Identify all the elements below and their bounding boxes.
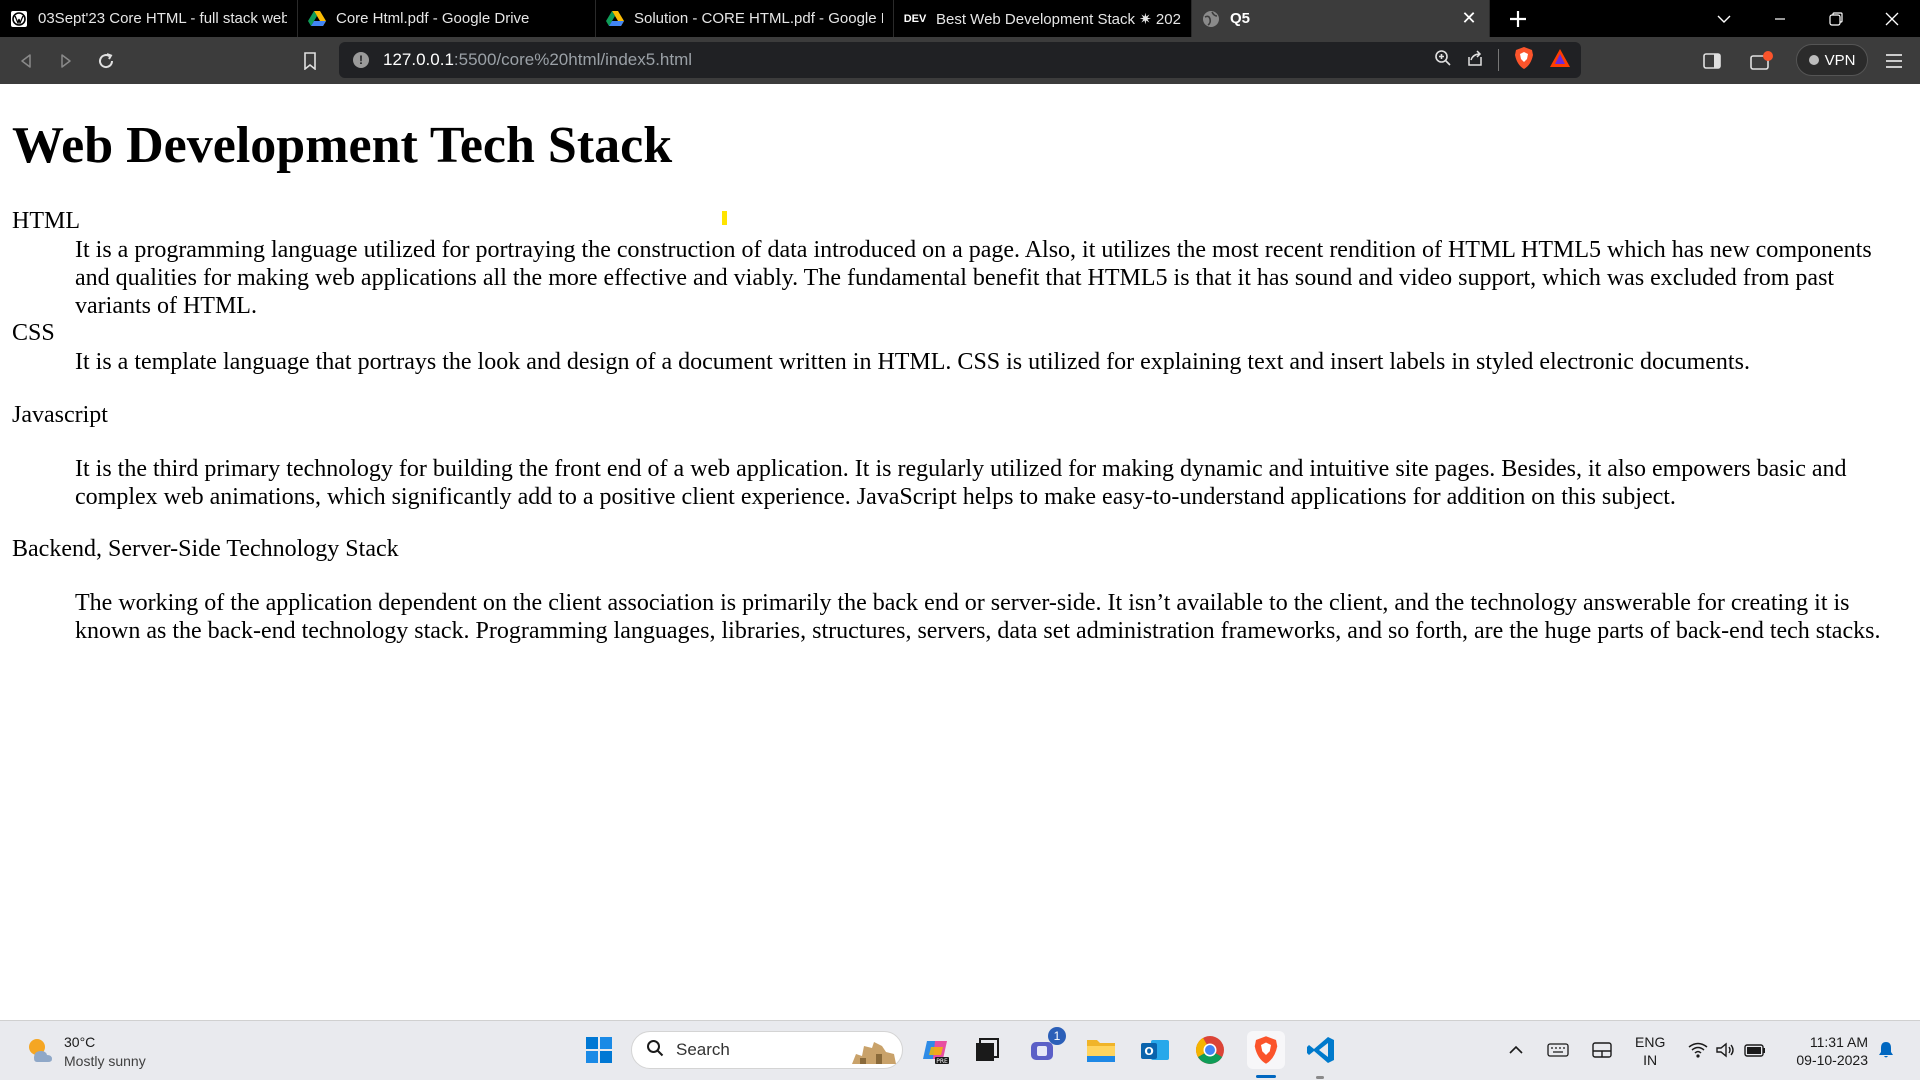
active-app-indicator xyxy=(1256,1075,1276,1078)
definition-html: It is a programming language utilized fo… xyxy=(75,237,1872,319)
term-javascript: Javascript xyxy=(12,402,108,428)
teams-chat-icon[interactable]: 1 xyxy=(1026,1027,1066,1069)
tab-dev-article[interactable]: DEV Best Web Development Stack ✷ 2023 xyxy=(894,0,1192,37)
wordpress-icon xyxy=(10,10,28,28)
definition-backend: The working of the application dependent… xyxy=(75,590,1881,644)
back-button[interactable] xyxy=(6,41,46,81)
weather-temp: 30°C xyxy=(64,1034,96,1050)
tab-q5[interactable]: Q5 ✕ xyxy=(1192,0,1490,37)
windows-taskbar: 30°C Mostly sunny Search PRE 1 O ENG IN … xyxy=(0,1020,1920,1080)
share-icon[interactable] xyxy=(1466,49,1484,72)
definition-javascript: It is the third primary technology for b… xyxy=(75,456,1847,510)
wallet-icon xyxy=(1750,50,1773,70)
volume-icon[interactable] xyxy=(1714,1031,1738,1069)
weather-widget[interactable]: 30°C Mostly sunny xyxy=(26,1033,146,1071)
brave-rewards-icon[interactable] xyxy=(1549,48,1571,73)
vscode-icon[interactable] xyxy=(1302,1031,1340,1069)
web-page: Web Development Tech Stack HTML It is a … xyxy=(0,84,1920,1020)
weather-condition: Mostly sunny xyxy=(64,1053,146,1069)
outlook-icon[interactable]: O xyxy=(1136,1031,1174,1069)
globe-icon xyxy=(1202,10,1220,28)
taskbar-search[interactable]: Search xyxy=(631,1031,903,1069)
plus-icon xyxy=(1510,10,1526,27)
dev-icon: DEV xyxy=(903,12,927,25)
tablet-mode-icon[interactable] xyxy=(1588,1031,1616,1069)
sidebar-toggle-button[interactable] xyxy=(1692,41,1732,81)
tab-core-html-drive[interactable]: Core Html.pdf - Google Drive xyxy=(298,0,596,37)
system-clock[interactable]: 11:31 AM 09-10-2023 xyxy=(1784,1033,1868,1069)
vpn-status-dot xyxy=(1808,55,1819,65)
reload-icon xyxy=(99,52,114,68)
search-label: Search xyxy=(676,1040,730,1059)
tab-core-html-wordpress[interactable]: 03Sept'23 Core HTML - full stack web xyxy=(0,0,298,37)
bookmark-icon xyxy=(304,51,316,70)
wallet-button[interactable] xyxy=(1742,41,1782,81)
menu-button[interactable] xyxy=(1874,41,1914,81)
notification-badge: 1 xyxy=(1048,1027,1066,1045)
chrome-icon[interactable] xyxy=(1191,1031,1229,1069)
minimize-button[interactable] xyxy=(1752,0,1808,37)
brave-browser-icon[interactable] xyxy=(1247,1031,1285,1069)
svg-text:PRE: PRE xyxy=(936,1058,948,1065)
reload-button[interactable] xyxy=(86,41,126,81)
clock-date: 09-10-2023 xyxy=(1796,1052,1868,1068)
copilot-icon[interactable]: PRE xyxy=(917,1031,955,1069)
definition-css: It is a template language that portrays … xyxy=(75,349,1750,375)
language-line2: IN xyxy=(1643,1052,1658,1068)
battery-icon[interactable] xyxy=(1742,1031,1768,1069)
forward-arrow-icon xyxy=(61,53,71,68)
divider xyxy=(1498,49,1499,71)
tab-title: Solution - CORE HTML.pdf - Google D xyxy=(634,10,883,27)
start-button[interactable] xyxy=(580,1031,618,1069)
sun-cloud-icon xyxy=(26,1036,54,1069)
text-cursor xyxy=(722,211,727,225)
language-line1: ENG xyxy=(1635,1034,1666,1050)
task-view-icon[interactable] xyxy=(968,1031,1006,1069)
term-css: CSS xyxy=(12,320,55,346)
forward-button[interactable] xyxy=(46,41,86,81)
search-icon xyxy=(646,1039,664,1062)
new-tab-button[interactable] xyxy=(1490,0,1546,37)
hamburger-menu-icon xyxy=(1886,53,1902,68)
sidebar-icon xyxy=(1703,52,1721,69)
clock-time: 11:31 AM xyxy=(1809,1034,1868,1050)
tab-solution-drive[interactable]: Solution - CORE HTML.pdf - Google D xyxy=(596,0,894,37)
wifi-icon[interactable] xyxy=(1686,1031,1710,1069)
window-controls xyxy=(1696,0,1920,37)
close-tab-icon[interactable]: ✕ xyxy=(1459,8,1479,29)
browser-toolbar: ! 127.0.0.1:5500/core%20html/index5.html… xyxy=(0,37,1920,84)
term-html: HTML xyxy=(12,208,80,234)
tab-title: 03Sept'23 Core HTML - full stack web xyxy=(38,10,287,27)
tab-search-chevron-icon[interactable] xyxy=(1696,0,1752,37)
term-backend: Backend, Server-Side Technology Stack xyxy=(12,536,399,562)
url-text[interactable]: 127.0.0.1:5500/core%20html/index5.html xyxy=(383,50,692,70)
vpn-label: VPN xyxy=(1824,51,1856,69)
page-heading: Web Development Tech Stack xyxy=(12,117,673,174)
tab-title: Best Web Development Stack ✷ 2023 xyxy=(936,10,1181,28)
keyboard-icon[interactable] xyxy=(1544,1031,1572,1069)
notification-bell-icon[interactable] xyxy=(1874,1031,1898,1069)
restore-button[interactable] xyxy=(1808,0,1864,37)
file-explorer-icon[interactable] xyxy=(1082,1031,1120,1069)
windows-logo-icon xyxy=(586,1037,612,1063)
brave-shields-icon[interactable] xyxy=(1513,46,1535,75)
show-hidden-icons-chevron-icon[interactable] xyxy=(1504,1031,1528,1069)
google-drive-icon xyxy=(308,10,326,28)
zoom-icon[interactable] xyxy=(1434,49,1452,72)
tab-title: Q5 xyxy=(1230,10,1251,27)
language-indicator[interactable]: ENG IN xyxy=(1635,1033,1665,1069)
bookmark-button[interactable] xyxy=(290,41,330,81)
close-window-button[interactable] xyxy=(1864,0,1920,37)
site-info-icon[interactable]: ! xyxy=(353,52,369,68)
tab-strip: 03Sept'23 Core HTML - full stack web Cor… xyxy=(0,0,1920,37)
svg-text:O: O xyxy=(1144,1045,1153,1058)
address-bar[interactable]: ! 127.0.0.1:5500/core%20html/index5.html xyxy=(339,42,1581,78)
back-arrow-icon xyxy=(21,53,31,68)
tab-title: Core Html.pdf - Google Drive xyxy=(336,10,530,27)
google-drive-icon xyxy=(606,10,624,28)
vpn-button[interactable]: VPN xyxy=(1796,44,1868,76)
running-app-indicator xyxy=(1316,1076,1324,1079)
search-highlight-icon xyxy=(850,1036,898,1071)
